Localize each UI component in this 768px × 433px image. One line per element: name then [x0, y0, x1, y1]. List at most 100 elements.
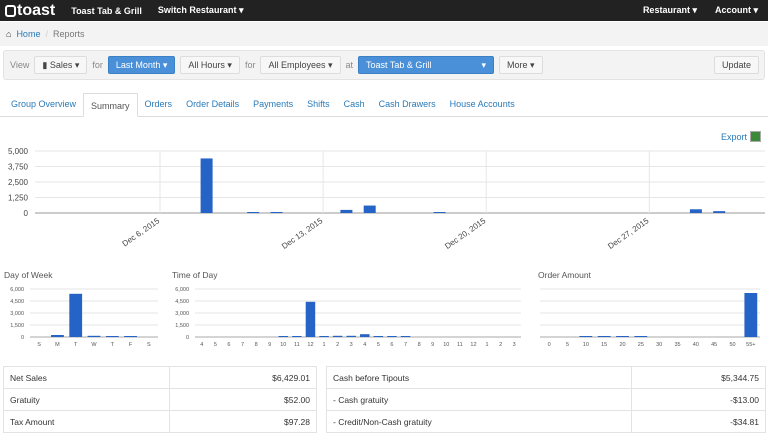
x-tick-label: Dec 13, 2015: [280, 216, 325, 251]
table-row: Cash before Tipouts $5,344.75: [326, 366, 766, 389]
bar: [247, 212, 260, 213]
x-tick-label: T: [74, 342, 78, 348]
x-tick-label: 5: [377, 342, 380, 348]
x-tick-label: 55+: [746, 342, 755, 348]
y-tick-label: 0: [21, 335, 24, 341]
bar: [360, 334, 370, 337]
x-tick-label: 5: [214, 342, 217, 348]
x-tick-label: 1: [323, 342, 326, 348]
x-tick-label: 10: [583, 342, 589, 348]
bar: [332, 335, 343, 337]
y-tick-label: 5,000: [8, 147, 29, 156]
bar: [69, 293, 83, 337]
row-value: $6,429.01: [169, 366, 317, 389]
bar: [319, 336, 329, 337]
y-tick-label: 1,500: [10, 323, 24, 329]
y-tick-label: 6,000: [175, 287, 189, 293]
x-tick-label: 6: [227, 342, 230, 348]
x-tick-label: Dec 6, 2015: [121, 216, 162, 248]
x-tick-label: 12: [470, 342, 476, 348]
x-tick-label: 8: [255, 342, 258, 348]
bar: [387, 336, 397, 337]
row-value: $97.28: [169, 410, 317, 433]
x-tick-label: 4: [363, 342, 366, 348]
x-tick-label: 2: [499, 342, 502, 348]
table-row: Tax Amount $97.28: [2, 410, 317, 433]
bar: [200, 158, 213, 213]
row-label: Gratuity: [2, 388, 171, 411]
bar: [689, 209, 702, 213]
x-tick-label: 15: [601, 342, 607, 348]
sales-summary-table: Net Sales $6,429.01 Gratuity $52.00 Tax Am…: [2, 366, 317, 433]
order-amount-title: Order Amount: [538, 270, 591, 280]
row-label: Net Sales: [2, 366, 171, 389]
x-tick-label: F: [129, 342, 133, 348]
x-tick-label: 0: [548, 342, 551, 348]
x-tick-label: 9: [268, 342, 271, 348]
bar: [744, 293, 758, 337]
row-value: -$13.00: [631, 388, 766, 411]
row-value: $5,344.75: [631, 366, 766, 389]
y-tick-label: 6,000: [10, 287, 24, 293]
y-tick-label: 3,750: [8, 163, 29, 172]
x-tick-label: 8: [418, 342, 421, 348]
row-label: - Cash gratuity: [326, 388, 632, 411]
bar: [616, 336, 629, 337]
x-tick-label: 11: [457, 342, 463, 348]
x-tick-label: S: [37, 342, 41, 348]
y-tick-label: 1,250: [8, 194, 29, 203]
bar: [340, 209, 353, 213]
x-tick-label: Dec 20, 2015: [443, 216, 488, 251]
x-tick-label: 1: [486, 342, 489, 348]
x-tick-label: 40: [693, 342, 699, 348]
x-tick-label: 10: [280, 342, 286, 348]
row-label: Cash before Tipouts: [326, 366, 632, 389]
x-tick-label: W: [91, 342, 97, 348]
bar: [292, 336, 302, 337]
x-tick-label: 35: [674, 342, 680, 348]
row-value: $52.00: [169, 388, 317, 411]
x-tick-label: 11: [294, 342, 300, 348]
x-tick-label: 6: [390, 342, 393, 348]
table-row: - Credit/Non-Cash gratuity -$34.81: [326, 410, 766, 433]
bar: [124, 336, 137, 337]
bar: [87, 335, 101, 337]
bar: [597, 336, 611, 337]
bar: [579, 336, 593, 337]
y-tick-label: 0: [186, 335, 189, 341]
table-row: - Cash gratuity -$13.00: [326, 388, 766, 411]
y-tick-label: 0: [24, 209, 29, 218]
cash-summary-table: Cash before Tipouts $5,344.75 - Cash grat…: [326, 366, 766, 433]
bar: [433, 212, 446, 213]
x-tick-label: 9: [431, 342, 434, 348]
time-of-day-title: Time of Day: [172, 270, 218, 280]
bar: [713, 211, 726, 213]
y-tick-label: 3,000: [175, 311, 189, 317]
x-tick-label: 3: [350, 342, 353, 348]
x-tick-label: Dec 27, 2015: [606, 216, 651, 251]
x-tick-label: M: [55, 342, 60, 348]
x-tick-label: 20: [619, 342, 625, 348]
day-of-week-title: Day of Week: [4, 270, 53, 280]
x-tick-label: 25: [638, 342, 644, 348]
bar: [105, 336, 119, 337]
x-tick-label: 12: [307, 342, 313, 348]
x-tick-label: 7: [241, 342, 244, 348]
bar: [400, 336, 411, 337]
bar: [346, 335, 356, 337]
row-label: - Credit/Non-Cash gratuity: [326, 410, 632, 433]
bar: [278, 336, 289, 337]
bar: [634, 336, 648, 337]
y-tick-label: 3,000: [10, 311, 24, 317]
y-tick-label: 4,500: [175, 299, 189, 305]
table-row: Net Sales $6,429.01: [2, 366, 317, 389]
x-tick-label: 5: [566, 342, 569, 348]
row-value: -$34.81: [631, 410, 766, 433]
x-tick-label: T: [111, 342, 115, 348]
y-tick-label: 1,500: [175, 323, 189, 329]
x-tick-label: 30: [656, 342, 662, 348]
table-row: Gratuity $52.00: [2, 388, 317, 411]
x-tick-label: 3: [513, 342, 516, 348]
x-tick-label: 45: [711, 342, 717, 348]
x-tick-label: 2: [336, 342, 339, 348]
